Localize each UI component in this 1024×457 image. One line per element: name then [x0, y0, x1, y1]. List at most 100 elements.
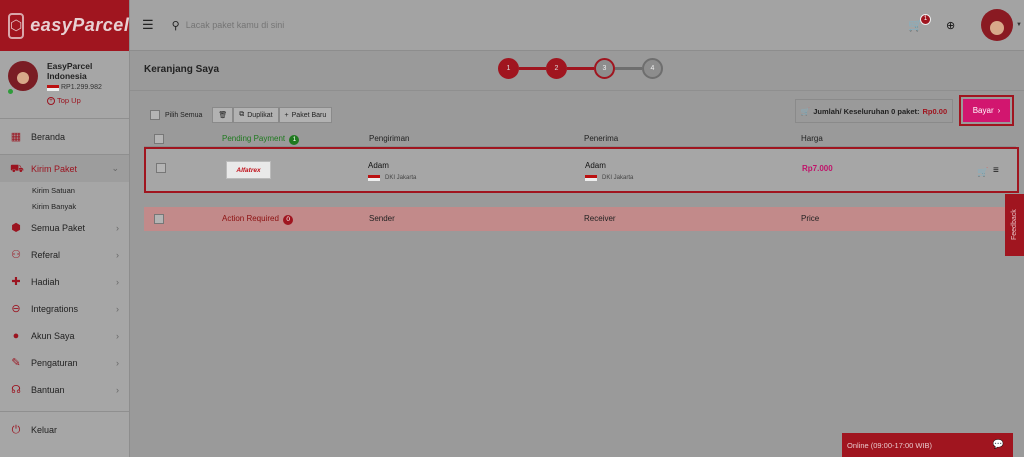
sidebar-item-kirim-paket[interactable]: ⛟ Kirim Paket ⌄	[0, 155, 129, 182]
chevron-right-icon: ›	[116, 384, 119, 395]
profile-name-line1: EasyParcel	[47, 61, 93, 71]
avatar[interactable]	[981, 9, 1013, 41]
pending-label: Pending Payment	[222, 134, 286, 143]
column-receiver: Penerima	[584, 134, 619, 143]
chevron-right-icon: ›	[116, 222, 119, 233]
select-all-label: Pilih Semua	[165, 111, 203, 119]
balance-value: RP1.299.982	[61, 84, 102, 91]
search-input[interactable]	[185, 20, 386, 30]
sidebar-item-label: Beranda	[31, 131, 66, 142]
cart-count-badge: 1	[920, 14, 931, 25]
gift-icon: ✚	[11, 275, 21, 288]
table-row[interactable]: Alfatrex Adam DKI Jakarta Adam DKI Jakar…	[144, 147, 1019, 193]
table-header: Pending Payment 1 Pengiriman Penerima Ha…	[144, 131, 1016, 147]
toolbar-buttons: 🗑 ⧉ Duplikat + Paket Baru	[212, 107, 333, 123]
step-3: 3	[594, 58, 615, 79]
new-package-label: Paket Baru	[291, 111, 327, 119]
receiver-location: DKI Jakarta	[585, 175, 633, 181]
sender-location-text: DKI Jakarta	[385, 175, 417, 181]
delete-button[interactable]: 🗑	[212, 107, 234, 123]
sidebar-item-keluar[interactable]: ⏻ Keluar	[0, 416, 129, 443]
sidebar-menu: ▦ Beranda ⛟ Kirim Paket ⌄ Kirim Satuan K…	[0, 119, 129, 443]
main-content: Keranjang Saya 1 2 3 4 Pilih Semua 🗑 ⧉ D…	[130, 51, 1024, 457]
chat-status-label: Online (09:00-17:00 WIB)	[847, 440, 933, 450]
chevron-right-icon: ›	[116, 249, 119, 260]
chevron-right-icon: ›	[116, 357, 119, 368]
column-sender: Sender	[369, 214, 395, 223]
profile-card: EasyParcel Indonesia RP1.299.982 + Top U…	[0, 51, 129, 119]
step-connector	[519, 67, 546, 70]
sidebar-item-akun-saya[interactable]: ● Akun Saya ›	[0, 322, 129, 349]
sidebar-item-semua-paket[interactable]: ⬢ Semua Paket ›	[0, 214, 129, 241]
receiver-location-text: DKI Jakarta	[602, 175, 634, 181]
user-icon: ●	[12, 329, 20, 342]
online-status-icon	[8, 89, 13, 94]
receiver-cell: Adam DKI Jakarta	[585, 161, 633, 181]
packages-icon: ⬢	[11, 221, 21, 234]
sidebar-item-beranda[interactable]: ▦ Beranda	[0, 123, 129, 150]
indonesia-flag-icon	[368, 175, 380, 181]
sidebar-subitem-kirim-satuan[interactable]: Kirim Satuan	[0, 182, 129, 198]
indonesia-flag-icon	[585, 175, 597, 181]
cart-icon[interactable]: 🛒	[977, 167, 988, 178]
row-checkbox[interactable]	[156, 163, 166, 173]
sidebar-item-hadiah[interactable]: ✚ Hadiah ›	[0, 268, 129, 295]
select-all-checkbox[interactable]	[150, 110, 160, 120]
referral-icon: ⚇	[11, 248, 21, 261]
avatar[interactable]	[8, 61, 38, 91]
sidebar-item-label: Referal	[31, 249, 61, 260]
sidebar-subitem-kirim-banyak[interactable]: Kirim Banyak	[0, 198, 129, 214]
logo-bar[interactable]: ⬡ easyParcel	[0, 0, 129, 51]
pay-button[interactable]: Bayar ›	[963, 99, 1010, 122]
topup-label: Top Up	[57, 96, 81, 105]
easyparcel-logo-icon: ⬡	[8, 12, 25, 39]
sidebar-item-referal[interactable]: ⚇ Referal ›	[0, 241, 129, 268]
link-icon: ⊖	[11, 302, 21, 315]
sidebar-item-label: Akun Saya	[31, 330, 75, 341]
menu-icon[interactable]: ≡	[993, 165, 999, 176]
chevron-down-icon[interactable]: ▼	[1016, 22, 1022, 28]
menu-divider	[0, 411, 129, 412]
power-icon: ⏻	[11, 423, 21, 436]
pending-select-checkbox[interactable]	[154, 134, 164, 144]
sidebar-item-label: Semua Paket	[31, 222, 86, 233]
feedback-tab[interactable]: Feedback	[1005, 194, 1024, 256]
sidebar-item-label: Keluar	[31, 424, 58, 435]
cart-toolbar: Pilih Semua 🗑 ⧉ Duplikat + Paket Baru	[150, 107, 333, 123]
feedback-label: Feedback	[1011, 209, 1018, 241]
total-label: Jumlah/ Keseluruhan 0 paket:	[813, 106, 920, 116]
logo-text: easyParcel	[30, 15, 130, 35]
live-chat-bar[interactable]: Online (09:00-17:00 WIB) 💬	[842, 433, 1013, 457]
new-package-button[interactable]: + Paket Baru	[278, 107, 333, 123]
action-required-header: Action Required 0 Sender Receiver Price	[144, 207, 1019, 231]
sender-location: DKI Jakarta	[368, 175, 416, 181]
step-1: 1	[498, 58, 519, 79]
row-price: Rp7.000	[802, 164, 833, 173]
sidebar-item-label: Bantuan	[31, 384, 65, 395]
column-price: Harga	[801, 134, 823, 143]
profile-name-line2: Indonesia	[47, 71, 87, 81]
pending-payment-header: Pending Payment 1	[222, 134, 300, 145]
action-select-checkbox[interactable]	[154, 214, 164, 224]
column-sender: Pengiriman	[369, 134, 410, 143]
step-connector	[615, 67, 642, 70]
step-connector	[567, 67, 594, 70]
sidebar-item-integrations[interactable]: ⊖ Integrations ›	[0, 295, 129, 322]
search-icon: ⚲	[171, 19, 180, 32]
chevron-right-icon: ›	[116, 330, 119, 341]
globe-icon[interactable]: ⊕	[946, 19, 955, 32]
hamburger-icon[interactable]: ☰	[142, 17, 154, 33]
sidebar-item-pengaturan[interactable]: ✎ Pengaturan ›	[0, 349, 129, 376]
sidebar-item-bantuan[interactable]: ☊ Bantuan ›	[0, 376, 129, 403]
cart-icon: 🛒	[800, 106, 811, 116]
courier-logo: Alfatrex	[226, 161, 271, 179]
topup-link[interactable]: + Top Up	[47, 96, 102, 105]
top-bar: ☰ ⚲ 🛒 1 ⊕ ▼	[130, 0, 1024, 51]
copy-icon: ⧉	[239, 111, 245, 118]
total-summary: 🛒 Jumlah/ Keseluruhan 0 paket: Rp0.00	[795, 99, 953, 123]
plus-circle-icon: +	[47, 96, 55, 105]
chevron-right-icon: ›	[116, 276, 119, 287]
duplicate-button[interactable]: ⧉ Duplikat	[233, 107, 279, 123]
chevron-right-icon: ›	[997, 106, 1001, 115]
trash-icon: 🗑	[218, 112, 228, 119]
